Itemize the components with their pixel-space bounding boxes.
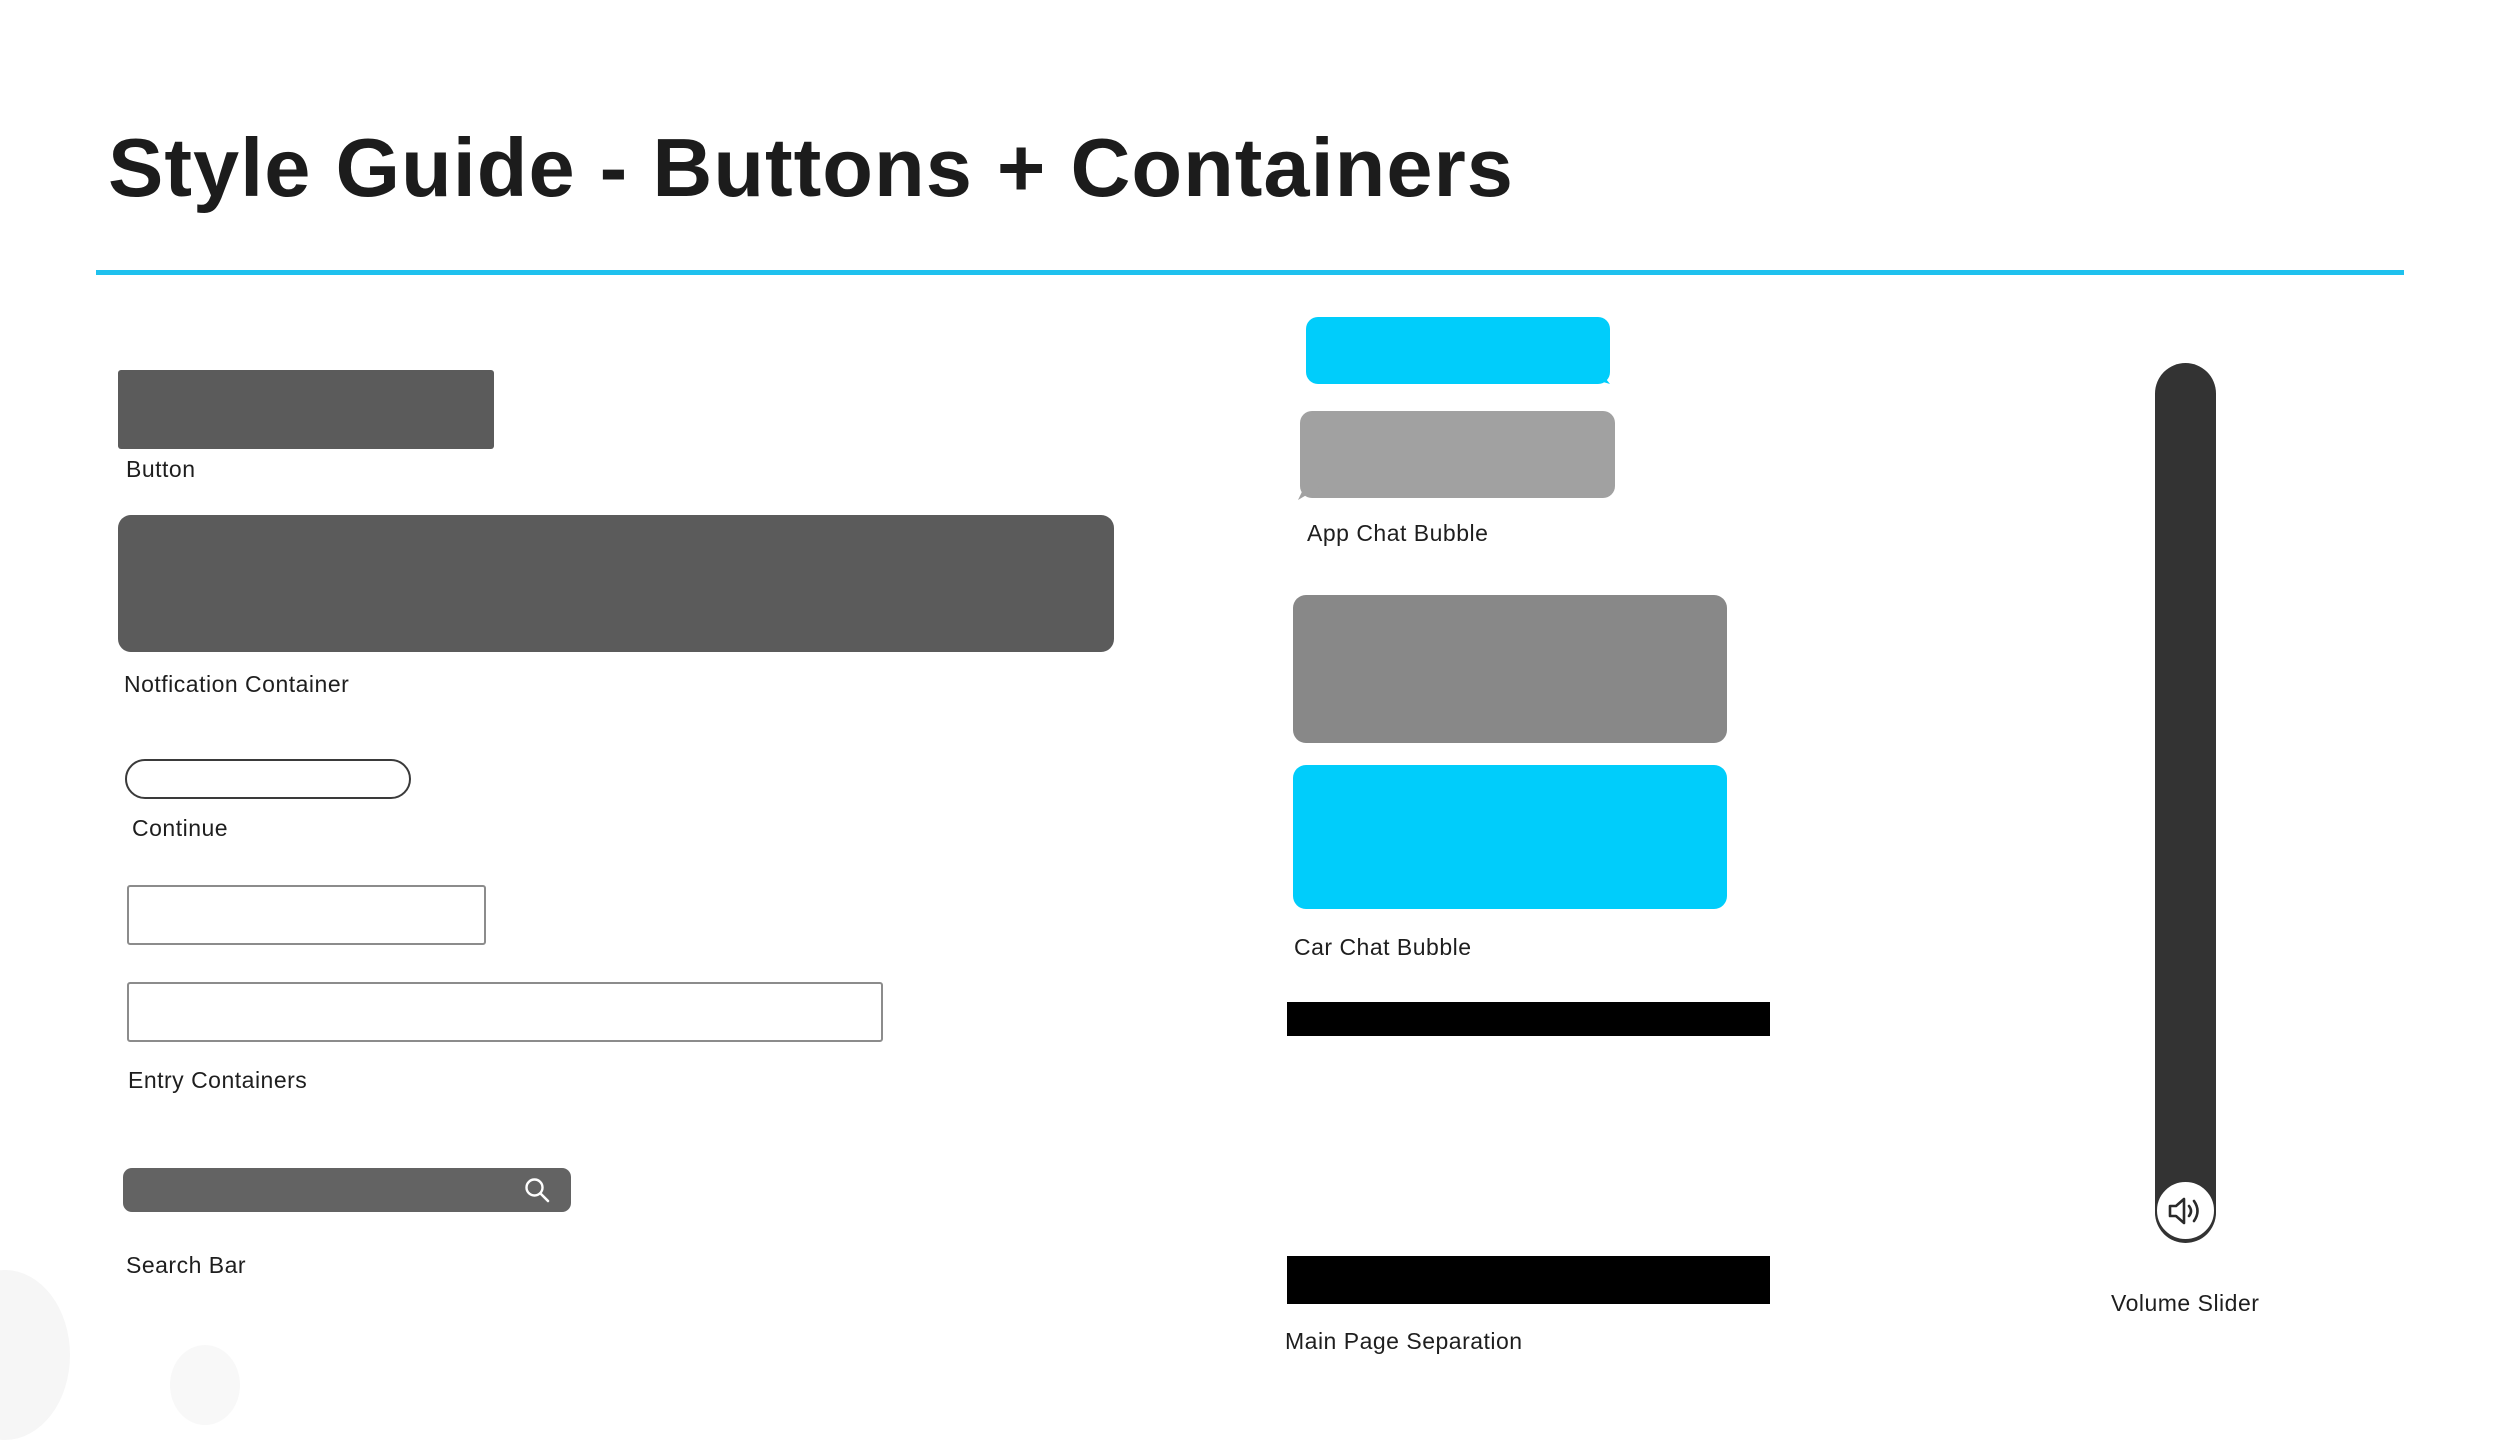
button-caption: Button	[126, 456, 196, 482]
car-chat-bubble-blue	[1293, 765, 1727, 909]
search-bar-caption: Search Bar	[126, 1252, 247, 1278]
notification-caption: Notfication Container	[124, 671, 350, 697]
main-page-separation-caption: Main Page Separation	[1285, 1328, 1523, 1354]
app-chat-bubble-caption: App Chat Bubble	[1307, 520, 1489, 546]
main-page-separator-top	[1287, 1002, 1770, 1036]
entry-field-long[interactable]	[127, 982, 883, 1042]
sample-button[interactable]	[118, 370, 494, 449]
app-chat-bubble-incoming	[1298, 411, 1615, 500]
volume-slider-caption: Volume Slider	[2111, 1290, 2260, 1316]
background-smudge	[0, 1270, 70, 1440]
continue-caption: Continue	[132, 815, 229, 841]
volume-slider-track[interactable]	[2155, 363, 2216, 1243]
page-title: Style Guide - Buttons + Containers	[108, 121, 1514, 214]
background-smudge	[170, 1345, 240, 1425]
entry-field-short[interactable]	[127, 885, 486, 945]
speaker-volume-icon	[2168, 1197, 2199, 1224]
continue-button[interactable]	[125, 759, 411, 799]
notification-container	[118, 515, 1114, 652]
search-bar[interactable]	[123, 1168, 571, 1212]
volume-slider-knob[interactable]	[2155, 1180, 2216, 1241]
main-page-separator-bottom	[1287, 1256, 1770, 1304]
search-icon[interactable]	[523, 1176, 551, 1204]
entry-containers-caption: Entry Containers	[128, 1067, 308, 1093]
app-chat-bubble-outgoing	[1306, 317, 1610, 384]
car-chat-bubble-gray	[1293, 595, 1727, 743]
title-divider	[96, 270, 2404, 275]
car-chat-bubble-caption: Car Chat Bubble	[1294, 934, 1472, 960]
